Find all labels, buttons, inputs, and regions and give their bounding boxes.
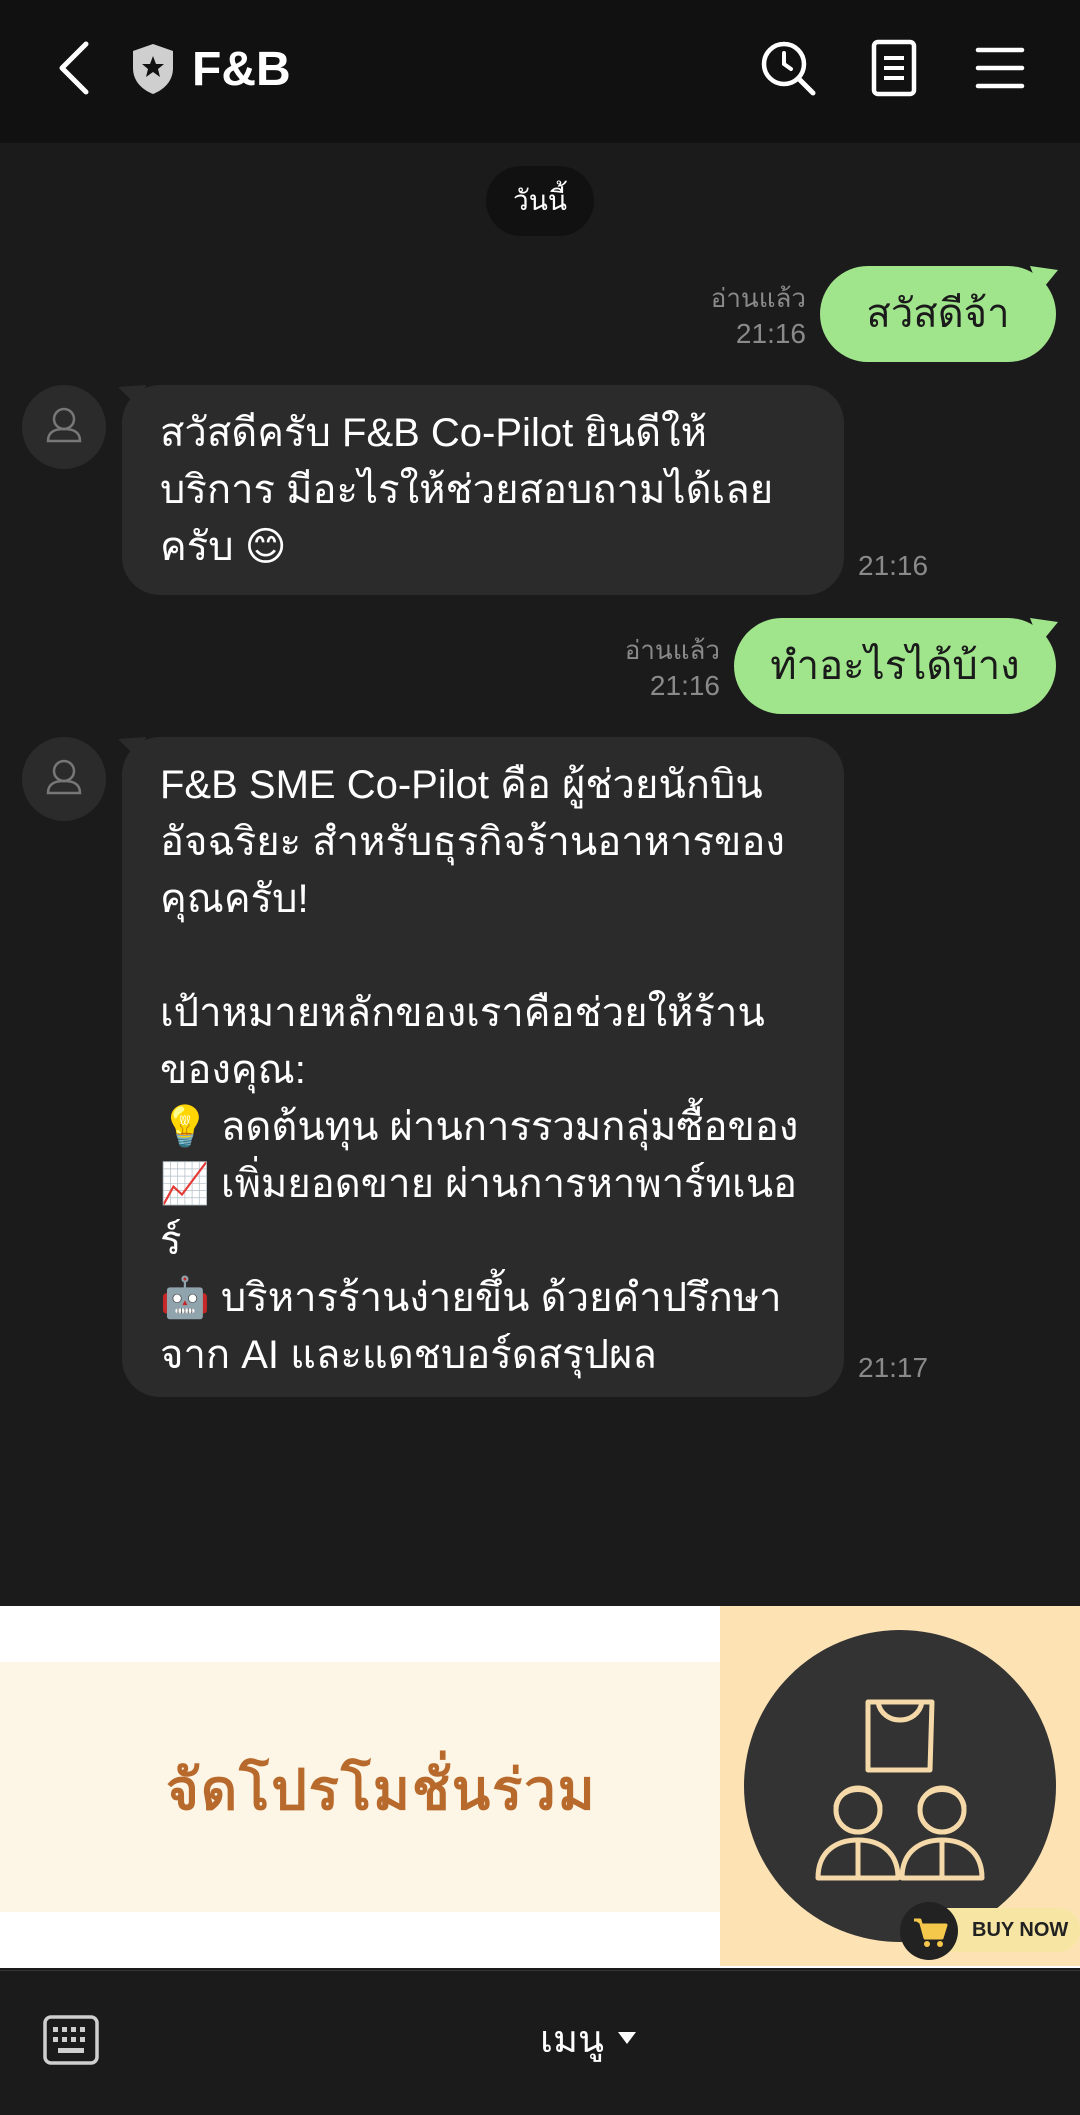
- bubble-tail: [1030, 266, 1058, 292]
- message-line: คุณครับ!: [160, 877, 309, 921]
- search-icon[interactable]: [756, 36, 820, 100]
- message-text: ทำอะไรได้บ้าง: [770, 644, 1020, 688]
- shopping-group-icon: [815, 1699, 985, 1881]
- message-line: อัจฉริยะ สำหรับธุรกิจร้านอาหารของ: [160, 820, 785, 864]
- incoming-message-bubble[interactable]: F&B SME Co-Pilot คือ ผู้ช่วยนักบิน อัจฉร…: [122, 737, 844, 1397]
- message-line: ครับ 😊: [160, 525, 287, 569]
- message-line: จาก AI และแดชบอร์ดสรุปผล: [160, 1333, 657, 1377]
- message-line: ของคุณ:: [160, 1048, 306, 1092]
- message-time: 21:16: [858, 550, 929, 581]
- read-receipt: อ่านแล้ว: [710, 283, 806, 313]
- back-arrow-icon[interactable]: [50, 36, 102, 100]
- avatar[interactable]: [22, 737, 106, 821]
- banner-circle: [744, 1630, 1056, 1942]
- user-silhouette-icon: [46, 407, 82, 443]
- caret-down-icon[interactable]: [618, 2032, 636, 2046]
- message-line: เป้าหมายหลักของเราคือช่วยให้ร้าน: [160, 991, 765, 1035]
- message-line: สวัสดีครับ F&B Co-Pilot ยินดีให้: [160, 411, 707, 455]
- read-receipt: อ่านแล้ว: [624, 635, 720, 665]
- message-line: F&B SME Co-Pilot คือ ผู้ช่วยนักบิน: [160, 763, 763, 807]
- outgoing-message-bubble[interactable]: สวัสดีจ้า: [820, 266, 1056, 362]
- date-separator: วันนี้: [486, 166, 594, 236]
- message-time: 21:17: [858, 1352, 929, 1383]
- avatar[interactable]: [22, 385, 106, 469]
- cart-badge: [900, 1902, 958, 1960]
- message-meta: อ่านแล้ว 21:16: [680, 280, 806, 352]
- keyboard-icon[interactable]: [42, 2014, 100, 2066]
- outgoing-message-bubble[interactable]: ทำอะไรได้บ้าง: [734, 618, 1056, 714]
- message-line: บริการ มีอะไรให้ช่วยสอบถามได้เลย: [160, 468, 774, 512]
- shopping-cart-icon: [914, 1918, 948, 1947]
- chat-title: F&B: [192, 43, 291, 96]
- message-time: 21:16: [735, 318, 806, 349]
- menu-toggle-label[interactable]: เมนู: [540, 2014, 604, 2066]
- message-meta: อ่านแล้ว 21:16: [590, 632, 720, 704]
- message-time: 21:16: [649, 670, 720, 701]
- official-shield-icon: [133, 44, 173, 94]
- buy-now-label: BUY NOW: [972, 1919, 1069, 1941]
- banner-title[interactable]: จัดโปรโมชั่นร่วม: [166, 1745, 597, 1834]
- hamburger-menu-icon[interactable]: [968, 36, 1032, 100]
- message-line: [160, 928, 806, 985]
- message-line: 🤖 บริหารร้านง่ายขึ้น ด้วยคำปรึกษา: [160, 1276, 782, 1320]
- message-text: สวัสดีจ้า: [866, 292, 1010, 336]
- message-line: 💡 ลดต้นทุน ผ่านการรวมกลุ่มซื้อของ: [160, 1105, 799, 1149]
- message-line: 📈 เพิ่มยอดขาย ผ่านการหาพาร์ทเนอ: [160, 1162, 798, 1206]
- notes-icon[interactable]: [862, 36, 926, 100]
- message-line: ร์: [160, 1219, 182, 1263]
- bubble-tail: [1030, 618, 1058, 644]
- user-silhouette-icon: [46, 759, 82, 795]
- incoming-message-bubble[interactable]: สวัสดีครับ F&B Co-Pilot ยินดีให้ บริการ …: [122, 385, 844, 595]
- chat-header: F&B: [0, 0, 1080, 143]
